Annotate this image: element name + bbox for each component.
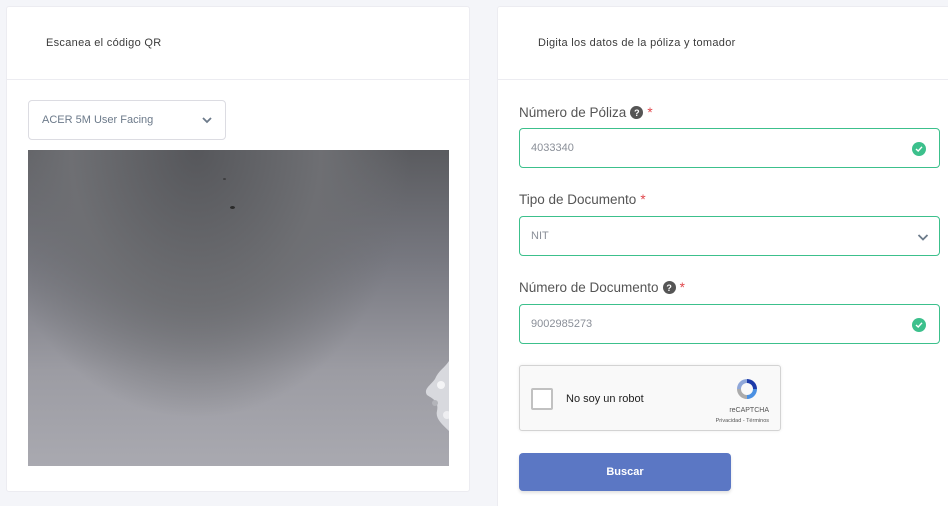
reflection-glare (426, 360, 449, 432)
doc-number-value: 9002985273 (531, 318, 593, 330)
qr-panel-header: Escanea el código QR (7, 7, 469, 80)
recaptcha-terms-link[interactable]: Privacidad - Términos (716, 418, 769, 424)
policy-number-value: 4033340 (531, 142, 574, 154)
camera-select[interactable]: ACER 5M User Facing (28, 100, 226, 140)
policy-form-panel: Digita los datos de la póliza y tomador … (497, 6, 948, 506)
recaptcha-checkbox[interactable] (531, 388, 553, 410)
required-mark: * (679, 280, 685, 295)
help-icon[interactable]: ? (662, 281, 676, 294)
check-icon (912, 318, 926, 332)
doc-type-label: Tipo de Documento * (519, 192, 646, 207)
required-mark: * (647, 105, 653, 120)
required-mark: * (640, 192, 646, 207)
policy-number-label-text: Número de Póliza (519, 105, 627, 120)
qr-panel-title: Escanea el código QR (46, 37, 162, 49)
recaptcha-label: No soy un robot (566, 393, 644, 405)
policy-number-input[interactable]: 4033340 (519, 128, 940, 168)
doc-number-label: Número de Documento ? * (519, 280, 685, 295)
doc-type-label-text: Tipo de Documento (519, 192, 637, 207)
search-button[interactable]: Buscar (519, 453, 731, 491)
recaptcha-logo-icon (737, 379, 757, 399)
help-icon[interactable]: ? (630, 106, 644, 119)
doc-type-value: NIT (531, 230, 549, 242)
camera-select-value: ACER 5M User Facing (42, 114, 154, 126)
form-panel-title: Digita los datos de la póliza y tomador (538, 37, 736, 49)
camera-speck (223, 178, 226, 180)
recaptcha-brand: reCAPTCHA (729, 407, 769, 414)
recaptcha-widget: No soy un robot reCAPTCHA Privacidad - T… (519, 365, 781, 431)
camera-preview (28, 150, 449, 466)
form-panel-header: Digita los datos de la póliza y tomador (498, 7, 948, 80)
qr-scan-panel: Escanea el código QR ACER 5M User Facing (6, 6, 470, 492)
doc-number-label-text: Número de Documento (519, 280, 659, 295)
policy-number-label: Número de Póliza ? * (519, 105, 653, 120)
chevron-down-icon (202, 117, 212, 124)
camera-speck (230, 206, 235, 209)
doc-number-input[interactable]: 9002985273 (519, 304, 940, 344)
chevron-down-icon (917, 234, 929, 241)
doc-type-select[interactable]: NIT (519, 216, 940, 256)
check-icon (912, 142, 926, 156)
